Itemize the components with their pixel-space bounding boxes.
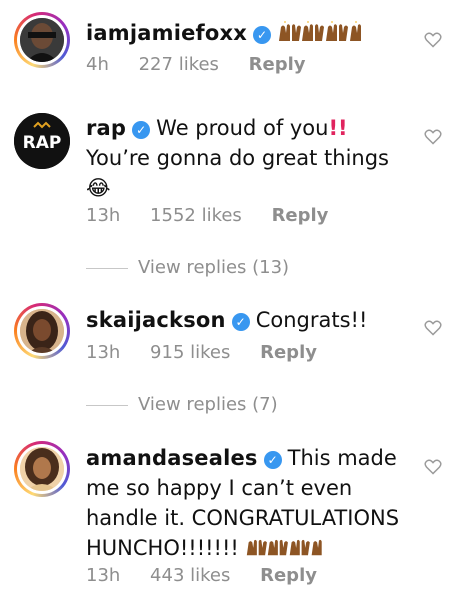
comment-body: amandaseales ✓ This made me so happy I can… bbox=[86, 443, 416, 566]
avatar-skaijackson[interactable] bbox=[14, 303, 70, 359]
username[interactable]: iamjamiefoxx bbox=[86, 21, 247, 45]
verified-badge-icon: ✓ bbox=[253, 26, 271, 44]
divider-line bbox=[86, 405, 128, 406]
reply-button[interactable]: Reply bbox=[249, 54, 306, 75]
joy-emoji: 😂 bbox=[86, 176, 111, 200]
username[interactable]: rap bbox=[86, 116, 126, 140]
svg-text:RAP: RAP bbox=[23, 133, 62, 153]
comment-meta: 13h 915 likes Reply bbox=[86, 342, 341, 363]
view-replies-label[interactable]: View replies (7) bbox=[138, 394, 278, 415]
avatar-amandaseales[interactable] bbox=[14, 441, 70, 497]
heart-outline-icon[interactable] bbox=[424, 320, 442, 336]
timestamp: 4h bbox=[86, 54, 109, 75]
timestamp: 13h bbox=[86, 205, 121, 226]
comment-text: We proud of you bbox=[156, 116, 329, 140]
heart-outline-icon[interactable] bbox=[424, 129, 442, 145]
avatar-iamjamiefoxx[interactable] bbox=[14, 12, 70, 68]
comment-meta: 13h 443 likes Reply bbox=[86, 565, 341, 586]
heart-outline-icon[interactable] bbox=[424, 459, 442, 475]
likes-count[interactable]: 1552 likes bbox=[150, 205, 242, 226]
reply-button[interactable]: Reply bbox=[260, 342, 317, 363]
likes-count[interactable]: 227 likes bbox=[139, 54, 219, 75]
verified-badge-icon: ✓ bbox=[263, 451, 282, 469]
comment-text: You’re gonna do great things bbox=[86, 146, 389, 170]
divider-line bbox=[86, 268, 128, 269]
likes-count[interactable]: 443 likes bbox=[150, 565, 230, 586]
double-exclamation-icon: !! bbox=[328, 116, 348, 140]
comment-text: handle it. CONGRATULATIONS bbox=[86, 506, 400, 530]
comment-amandaseales: amandaseales ✓ This made me so happy I can… bbox=[0, 435, 469, 600]
likes-count[interactable]: 915 likes bbox=[150, 342, 230, 363]
comment-skaijackson: skaijackson ✓ Congrats!! 13h 915 likes Rep… bbox=[0, 300, 469, 425]
comment-body: iamjamiefoxx ✓ bbox=[86, 18, 416, 51]
reply-button[interactable]: Reply bbox=[260, 565, 317, 586]
avatar-rap[interactable]: RAP bbox=[14, 113, 70, 169]
verified-badge-icon: ✓ bbox=[132, 121, 151, 139]
comment-body: skaijackson ✓ Congrats!! bbox=[86, 305, 416, 335]
raised-hands-icon bbox=[277, 21, 369, 51]
view-replies-label[interactable]: View replies (13) bbox=[138, 257, 289, 278]
comment-iamjamiefoxx: iamjamiefoxx ✓ 4h 227 likes Reply bbox=[0, 0, 469, 90]
username[interactable]: amandaseales bbox=[86, 446, 258, 470]
comment-text: HUNCHO!!!!!!! bbox=[86, 536, 239, 560]
username[interactable]: skaijackson bbox=[86, 308, 226, 332]
comment-body: rap ✓ We proud of you!! You’re gonna do gr… bbox=[86, 113, 416, 203]
heart-outline-icon[interactable] bbox=[424, 32, 442, 48]
comment-meta: 4h 227 likes Reply bbox=[86, 54, 330, 75]
comment-text: This made bbox=[287, 446, 397, 470]
timestamp: 13h bbox=[86, 342, 121, 363]
verified-badge-icon: ✓ bbox=[231, 313, 250, 331]
raised-hands-icon bbox=[245, 536, 329, 566]
comment-meta: 13h 1552 likes Reply bbox=[86, 205, 352, 226]
timestamp: 13h bbox=[86, 565, 121, 586]
comment-rap: RAP rap ✓ We proud of you!! You’re gonna d… bbox=[0, 105, 469, 295]
comment-text: me so happy I can’t even bbox=[86, 476, 353, 500]
comment-text: Congrats!! bbox=[255, 308, 368, 332]
reply-button[interactable]: Reply bbox=[272, 205, 329, 226]
